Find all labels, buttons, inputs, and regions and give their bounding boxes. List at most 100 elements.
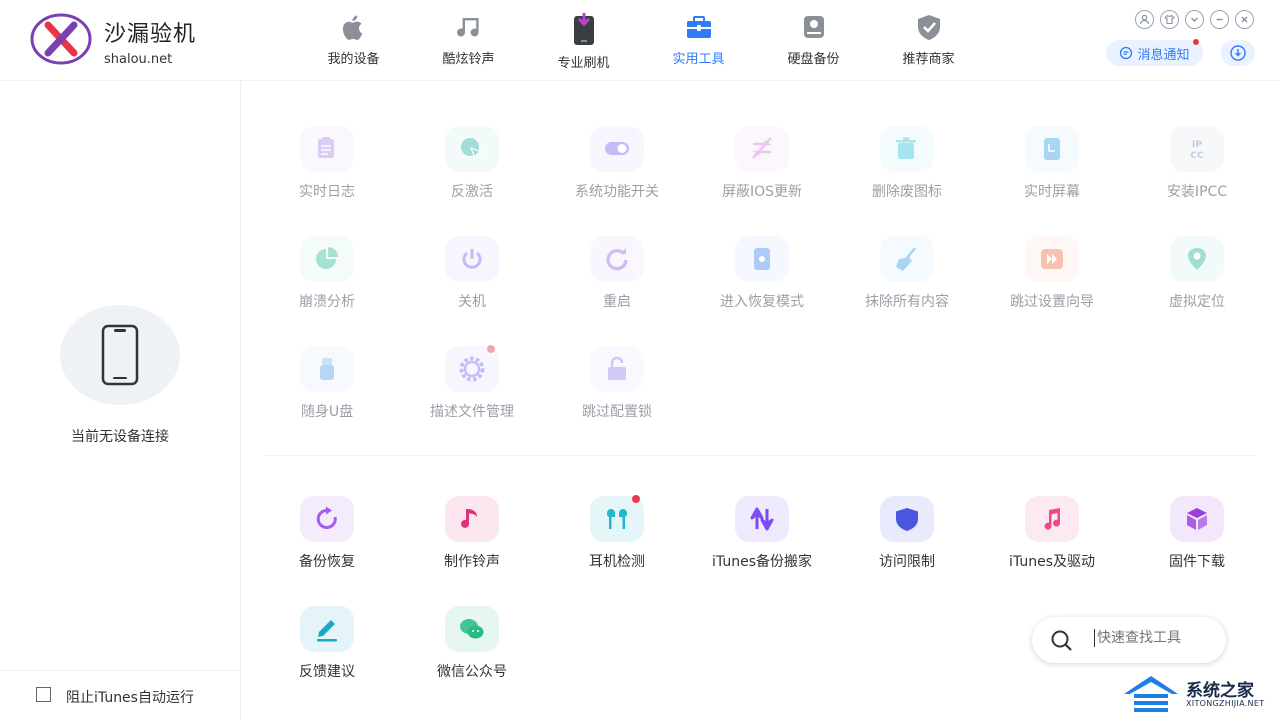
cube-icon <box>1170 496 1224 542</box>
window-controls <box>1135 10 1254 29</box>
log-icon <box>300 126 354 172</box>
download-icon <box>1230 45 1246 61</box>
tool-backup-restore[interactable]: 备份恢复 <box>262 496 392 571</box>
tool-earphone[interactable]: 耳机检测 <box>552 495 682 571</box>
nav-label: 硬盘备份 <box>787 52 840 67</box>
tool-restart[interactable]: 重启 <box>552 236 682 311</box>
tool-label: 实时日志 <box>299 184 355 200</box>
nav-my-device[interactable]: 我的设备 <box>296 10 411 76</box>
top-bar: 沙漏验机 shalou.net 我的设备 酷炫铃声 专业刷机 实用工具 硬盘备份… <box>0 0 1280 81</box>
tool-pie-chart[interactable]: 崩溃分析 <box>262 236 392 311</box>
gear-icon <box>445 345 499 392</box>
tool-gear[interactable]: 描述文件管理 <box>407 345 537 421</box>
close-icon[interactable] <box>1235 10 1254 29</box>
toolbox-icon <box>686 16 711 38</box>
music-note-icon <box>445 496 499 542</box>
nav-disk-backup[interactable]: 硬盘备份 <box>756 10 871 76</box>
svg-text:CC: CC <box>1190 151 1204 161</box>
search-box[interactable] <box>1032 617 1226 663</box>
pie-chart-icon <box>300 236 354 282</box>
tool-label: 随身U盘 <box>300 404 354 420</box>
tool-skip[interactable]: 跳过设置向导 <box>987 236 1117 311</box>
nav-tools[interactable]: 实用工具 <box>641 10 756 76</box>
tool-label: 关机 <box>458 294 486 310</box>
screen-icon <box>1025 126 1079 172</box>
tool-label: 安装IPCC <box>1166 184 1228 200</box>
block-itunes-checkbox[interactable] <box>36 687 51 702</box>
minimize-icon[interactable] <box>1210 10 1229 29</box>
edit-icon <box>300 606 354 652</box>
watermark-name: 系统之家 <box>1186 681 1254 701</box>
search-icon <box>1051 630 1072 651</box>
tool-screen[interactable]: 实时屏幕 <box>987 126 1117 201</box>
recovery-icon <box>735 236 789 282</box>
tool-label: 备份恢复 <box>299 554 355 570</box>
tool-cursor[interactable]: 反激活 <box>407 126 537 201</box>
block-update-icon <box>735 126 789 172</box>
unlock-icon <box>590 346 644 392</box>
skip-icon <box>1025 236 1079 282</box>
itunes-icon <box>1025 496 1079 542</box>
tool-edit[interactable]: 反馈建议 <box>262 606 392 681</box>
restart-icon <box>590 236 644 282</box>
tool-block-update[interactable]: 屏蔽IOS更新 <box>697 126 827 201</box>
nav-label: 我的设备 <box>327 52 380 67</box>
tool-label: 抹除所有内容 <box>865 294 949 310</box>
tool-label: 反激活 <box>451 184 493 200</box>
tool-broom[interactable]: 抹除所有内容 <box>842 236 972 311</box>
tool-label: 系统功能开关 <box>575 184 659 200</box>
nav-label: 酷炫铃声 <box>442 52 495 67</box>
flash-phone-icon <box>573 13 594 45</box>
hard-disk-icon <box>803 16 824 38</box>
tool-shield[interactable]: 访问限制 <box>842 496 972 571</box>
tool-toggle[interactable]: 系统功能开关 <box>552 126 682 201</box>
tool-itunes[interactable]: iTunes及驱动 <box>987 496 1117 571</box>
nav-merchants[interactable]: 推荐商家 <box>871 10 986 76</box>
notice-button[interactable]: 消息通知 <box>1106 39 1203 66</box>
ipcc-icon: IP CC <box>1170 126 1224 172</box>
tool-trash[interactable]: 删除废图标 <box>842 126 972 201</box>
logo-icon <box>30 13 92 65</box>
tool-log[interactable]: 实时日志 <box>262 126 392 201</box>
tool-recovery[interactable]: 进入恢复模式 <box>697 236 827 311</box>
skin-icon[interactable] <box>1160 10 1179 29</box>
nav-ringtones[interactable]: 酷炫铃声 <box>411 10 526 76</box>
transfer-icon <box>735 496 789 542</box>
tool-label: 删除废图标 <box>872 184 942 200</box>
tool-label: 实时屏幕 <box>1024 184 1080 200</box>
tool-transfer[interactable]: iTunes备份搬家 <box>697 496 827 571</box>
sidebar-footer: 阻止iTunes自动运行 <box>0 670 240 721</box>
tool-location[interactable]: 虚拟定位 <box>1132 236 1262 311</box>
user-icon[interactable] <box>1135 10 1154 29</box>
tool-usb[interactable]: 随身U盘 <box>262 346 392 421</box>
shield-check-icon <box>917 15 940 40</box>
tool-wechat[interactable]: 微信公众号 <box>407 606 537 681</box>
tool-label: iTunes备份搬家 <box>712 554 812 570</box>
chevron-down-icon[interactable] <box>1185 10 1204 29</box>
download-button[interactable] <box>1221 40 1255 66</box>
brand: 沙漏验机 shalou.net <box>104 16 196 67</box>
earphone-icon <box>590 495 644 542</box>
tool-label: 固件下载 <box>1169 554 1225 570</box>
tool-unlock[interactable]: 跳过配置锁 <box>552 346 682 421</box>
nav-flash[interactable]: 专业刷机 <box>526 10 641 76</box>
phone-icon <box>101 324 139 386</box>
brand-title: 沙漏验机 <box>104 22 197 47</box>
block-itunes-label[interactable]: 阻止iTunes自动运行 <box>66 687 194 707</box>
message-icon <box>1120 46 1133 60</box>
tool-power[interactable]: 关机 <box>407 236 537 311</box>
tool-music-note[interactable]: 制作铃声 <box>407 496 537 571</box>
watermark-url: XITONGZHIJIA.NET <box>1186 699 1265 708</box>
tool-label: 制作铃声 <box>444 554 500 570</box>
nav-label: 推荐商家 <box>902 52 955 67</box>
tool-label: 微信公众号 <box>437 664 507 680</box>
tool-ipcc[interactable]: IP CC 安装IPCC <box>1132 126 1262 201</box>
usb-icon <box>300 346 354 392</box>
broom-icon <box>880 236 934 282</box>
device-placeholder <box>60 305 180 405</box>
tool-label: 描述文件管理 <box>430 404 514 420</box>
svg-text:IP: IP <box>1192 140 1202 150</box>
search-input[interactable] <box>1094 629 1219 647</box>
tool-cube[interactable]: 固件下载 <box>1132 496 1262 571</box>
tool-label: 跳过配置锁 <box>582 404 652 420</box>
